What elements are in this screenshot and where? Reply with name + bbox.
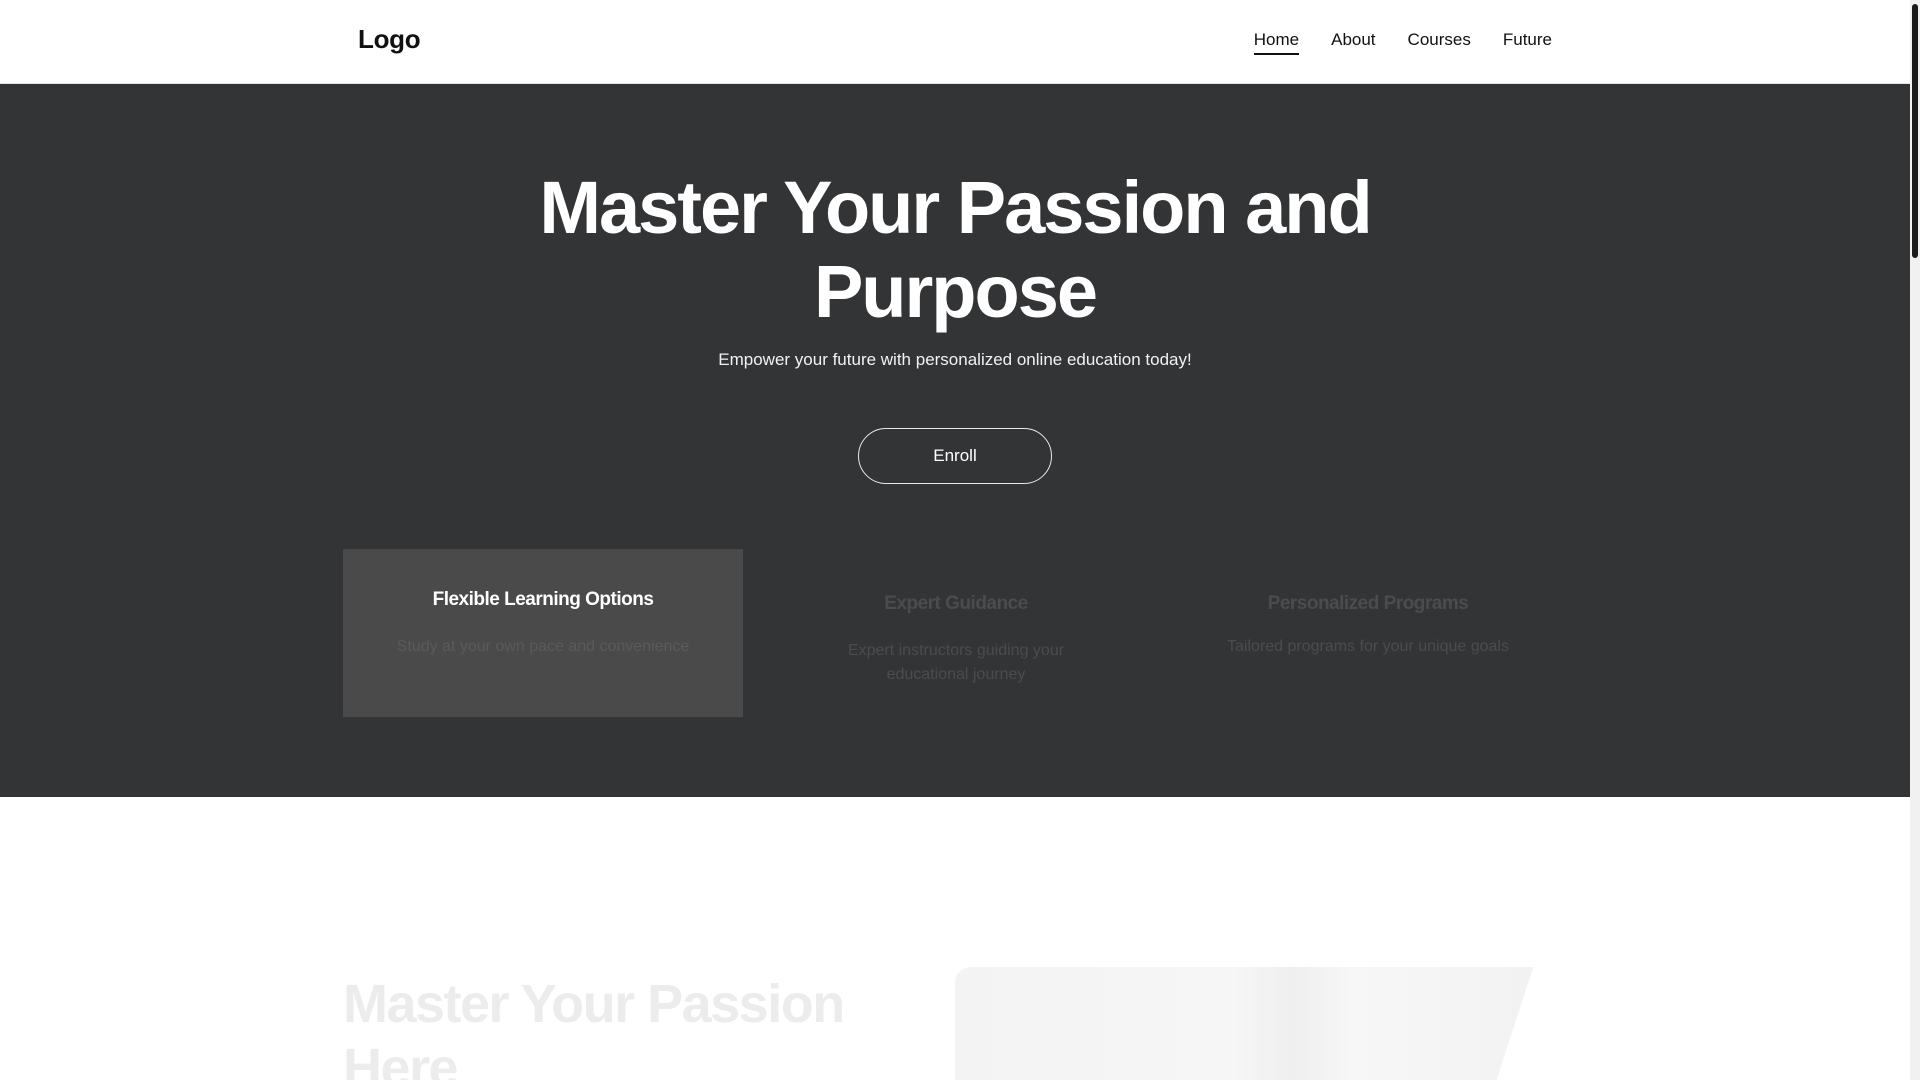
enroll-button[interactable]: Enroll [858,428,1052,484]
main-nav: Home About Courses Future [1253,30,1552,55]
nav-about[interactable]: About [1331,30,1375,55]
feature-title: Expert Guidance [884,593,1028,614]
feature-text: Tailored programs for your unique goals [1227,638,1509,655]
feature-title: Flexible Learning Options [432,589,654,610]
hero-section: Master Your Passion and Purpose Empower … [0,84,1910,797]
nav-home[interactable]: Home [1253,30,1300,55]
hero-title-line-2: Purpose [813,250,1098,333]
hero-title: Master Your Passion and Purpose [0,166,1910,334]
hero-subtitle: Empower your future with personalized on… [718,350,1192,369]
page: Logo Home About Courses Future Master Yo… [0,0,1920,1080]
feature-text: Expert instructors guiding your educatio… [847,642,1065,683]
hero-title-line-1: Master Your Passion and [539,166,1372,249]
feature-card-personalized-programs[interactable]: Personalized Programs Tailored programs … [1168,549,1568,717]
feature-card-expert-guidance[interactable]: Expert Guidance Expert instructors guidi… [756,549,1156,717]
image-stripe [1494,967,1567,1080]
section-title: Master Your Passion Here [343,972,903,1080]
feature-card-flexible-learning[interactable]: Flexible Learning Options Study at your … [343,549,743,717]
nav-courses[interactable]: Courses [1408,30,1471,55]
section-title-line-1: Master Your Passion [343,974,845,1034]
site-header: Logo Home About Courses Future [0,0,1910,84]
section-image [955,967,1567,1080]
scrollbar[interactable] [1910,0,1920,1080]
scrollbar-thumb[interactable] [1912,4,1918,258]
feature-text: Study at your own pace and convenience [396,638,690,655]
feature-title: Personalized Programs [1267,593,1469,614]
section-title-line-2: Here [343,1038,459,1080]
logo[interactable]: Logo [358,24,421,55]
nav-future[interactable]: Future [1503,30,1552,55]
